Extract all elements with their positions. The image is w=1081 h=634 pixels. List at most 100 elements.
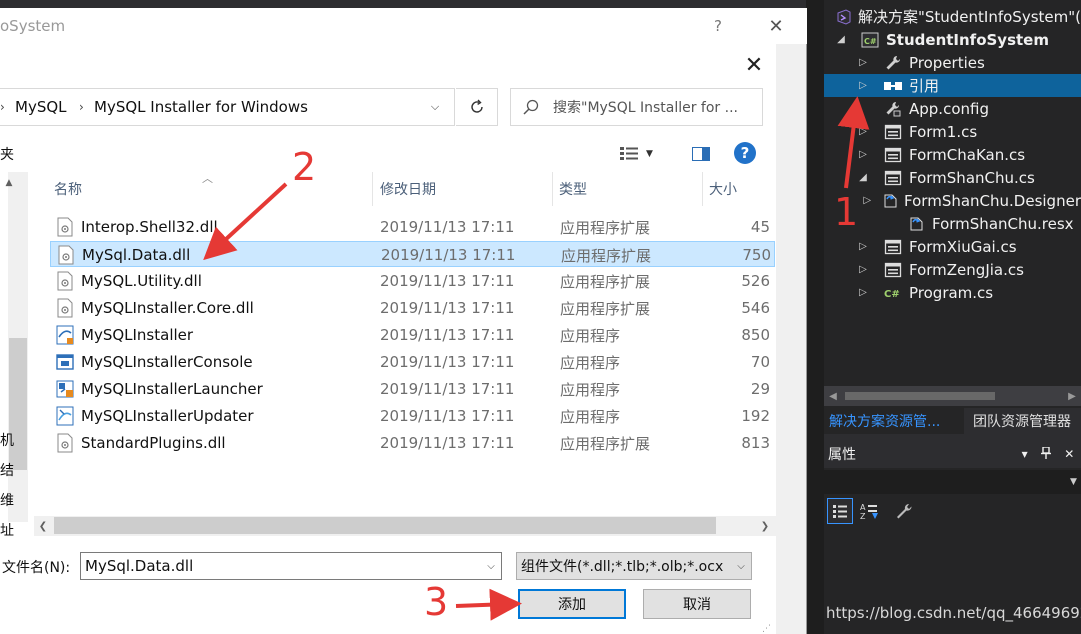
expander-arrow-icon[interactable]: ▷ (856, 57, 870, 68)
chevron-down-icon[interactable]: ▾ (1022, 447, 1028, 461)
new-folder-button-partial[interactable]: 夹 (0, 144, 14, 164)
filetype-select[interactable]: 组件文件(*.dll;*.tlb;*.olb;*.ocx (516, 552, 752, 580)
scroll-thumb[interactable] (9, 338, 27, 470)
chevron-down-icon[interactable]: ⌵ (482, 553, 500, 579)
change-view-button[interactable]: ▼ (620, 143, 668, 165)
close-icon[interactable]: ✕ (1064, 447, 1074, 461)
scroll-thumb[interactable] (845, 392, 995, 400)
chevron-right-icon[interactable]: › (0, 88, 5, 126)
expander-arrow-icon[interactable]: ▷ (856, 264, 870, 275)
file-row[interactable]: MySQLInstallerUpdater 2019/11/13 17:11 应用程… (50, 403, 775, 429)
file-row[interactable]: MySQLInstaller.Core.dll 2019/11/13 17:11 应… (50, 295, 775, 321)
file-row[interactable]: MySQL.Utility.dll 2019/11/13 17:11 应用程序扩展 5… (50, 268, 775, 294)
filename-input[interactable]: MySql.Data.dll (80, 552, 502, 580)
chevron-down-icon[interactable]: ⌵ (420, 88, 450, 126)
file-type: 应用程序扩展 (560, 434, 651, 453)
file-row[interactable]: Interop.Shell32.dll 2019/11/13 17:11 应用程序扩… (50, 214, 775, 240)
solution-explorer-item[interactable]: ▷ Properties (824, 51, 1081, 74)
nav-item-partial[interactable]: 机 (0, 430, 14, 450)
solution-explorer-item[interactable]: ▷ FormShanChu.Designer (824, 189, 1081, 212)
scroll-thumb[interactable] (54, 517, 716, 534)
scroll-up-icon[interactable]: ▲ (0, 176, 18, 190)
pin-icon[interactable] (1040, 445, 1051, 462)
expander-arrow-icon[interactable]: ▷ (862, 195, 872, 206)
property-pages-button[interactable] (891, 498, 917, 524)
help-button[interactable]: ? (706, 14, 730, 38)
solution-explorer-item[interactable]: ▷ Form1.cs (824, 120, 1081, 143)
expander-arrow-icon[interactable]: ▷ (856, 287, 870, 298)
help-icon[interactable]: ? (734, 142, 756, 164)
config-icon (883, 101, 903, 117)
expander-arrow-icon[interactable]: ◢ (856, 172, 870, 183)
properties-header-buttons[interactable]: ▾ ✕ (1015, 440, 1081, 468)
chevron-right-icon[interactable]: › (79, 88, 84, 126)
scroll-right-icon[interactable]: ▶ (1063, 386, 1081, 406)
solution-explorer-item[interactable]: ▷ C# Program.cs (824, 281, 1081, 304)
solution-explorer-item-label: FormShanChu.Designer (904, 191, 1081, 210)
search-input[interactable]: 搜索"MySQL Installer for ... (510, 88, 763, 126)
file-date: 2019/11/13 17:11 (380, 326, 515, 344)
solution-explorer-item[interactable]: ◢ C# StudentInfoSystem (824, 28, 1081, 51)
file-row[interactable]: MySQLInstaller 2019/11/13 17:11 应用程序 850 (50, 322, 775, 348)
column-header-type[interactable]: 类型 (553, 172, 703, 206)
close-button[interactable]: ✕ (740, 52, 768, 78)
file-type: 应用程序扩展 (561, 246, 652, 265)
solution-explorer-item-label: FormChaKan.cs (909, 145, 1026, 164)
form-icon (883, 170, 903, 186)
expander-arrow-icon[interactable]: ▷ (856, 126, 870, 137)
dialog-close-button[interactable]: ✕ (762, 13, 790, 39)
solution-explorer-item-label: FormXiuGai.cs (909, 237, 1017, 256)
solution-explorer-item[interactable]: App.config (824, 97, 1081, 120)
scroll-left-icon[interactable]: ◀ (824, 386, 842, 406)
form-icon (883, 147, 903, 163)
chevron-down-icon[interactable]: ⌵ (732, 553, 750, 579)
search-placeholder: 搜索"MySQL Installer for ... (553, 100, 738, 116)
file-row[interactable]: MySQLInstallerLauncher 2019/11/13 17:11 应用… (50, 376, 775, 402)
breadcrumb-mysql[interactable]: MySQL (15, 88, 67, 126)
chevron-down-icon[interactable]: ▼ (1066, 470, 1081, 494)
tab-team-explorer[interactable]: 团队资源管理器 (968, 408, 1081, 434)
solution-explorer-item-label: StudentInfoSystem (886, 30, 1049, 49)
refresh-button[interactable] (456, 88, 498, 126)
file-row[interactable]: StandardPlugins.dll 2019/11/13 17:11 应用程序扩… (50, 430, 775, 456)
resize-grip-icon[interactable]: ⋰ (762, 624, 774, 634)
solution-explorer-item[interactable]: ▷ FormXiuGai.cs (824, 235, 1081, 258)
expander-arrow-icon[interactable]: ▷ (856, 80, 870, 91)
solution-explorer-item[interactable]: 解决方案"StudentInfoSystem"( (824, 5, 1081, 28)
categorized-view-button[interactable] (827, 498, 853, 524)
cancel-button[interactable]: 取消 (643, 589, 751, 619)
solution-explorer-item[interactable]: ▷ FormZengJia.cs (824, 258, 1081, 281)
scroll-right-icon[interactable]: ❯ (756, 516, 774, 536)
nav-item-partial[interactable]: 结 (0, 460, 14, 480)
dll-icon (56, 298, 74, 318)
file-row[interactable]: MySQLInstallerConsole 2019/11/13 17:11 应用程… (50, 349, 775, 375)
properties-object-selector[interactable] (824, 470, 1081, 494)
preview-pane-icon (692, 147, 710, 161)
file-size: 546 (741, 299, 770, 317)
solution-explorer-item[interactable]: ◢ FormShanChu.cs (824, 166, 1081, 189)
breadcrumb-mysql-installer[interactable]: MySQL Installer for Windows (94, 88, 308, 126)
vs-splitter[interactable] (806, 0, 824, 634)
expander-arrow-icon[interactable]: ◢ (834, 34, 848, 45)
tab-solution-explorer[interactable]: 解决方案资源管... (824, 408, 964, 434)
column-header-size[interactable]: 大小 (703, 172, 776, 206)
solution-explorer-item-label: FormZengJia.cs (909, 260, 1024, 279)
alphabetical-view-button[interactable]: AZ (857, 498, 883, 524)
column-header-date[interactable]: 修改日期 (374, 172, 553, 206)
solution-explorer-item[interactable]: ▷ 引用 (824, 74, 1081, 97)
file-size: 45 (750, 218, 770, 236)
solution-explorer-item[interactable]: ▷ FormChaKan.cs (824, 143, 1081, 166)
file-date: 2019/11/13 17:11 (380, 272, 515, 290)
resx-icon (906, 216, 926, 232)
scroll-left-icon[interactable]: ❮ (34, 516, 52, 536)
preview-pane-button[interactable] (690, 143, 712, 165)
form-icon (883, 124, 903, 140)
file-row[interactable]: MySql.Data.dll 2019/11/13 17:11 应用程序扩展 750 (50, 241, 775, 267)
expander-arrow-icon[interactable]: ▷ (856, 149, 870, 160)
expander-arrow-icon[interactable]: ▷ (856, 241, 870, 252)
solution-explorer-item[interactable]: FormShanChu.resx (824, 212, 1081, 235)
annotation-number-1: 1 (834, 190, 859, 234)
nav-item-partial[interactable]: 维 (0, 490, 14, 510)
nav-item-partial[interactable]: 址 (0, 520, 14, 540)
add-button[interactable]: 添加 (518, 589, 626, 619)
